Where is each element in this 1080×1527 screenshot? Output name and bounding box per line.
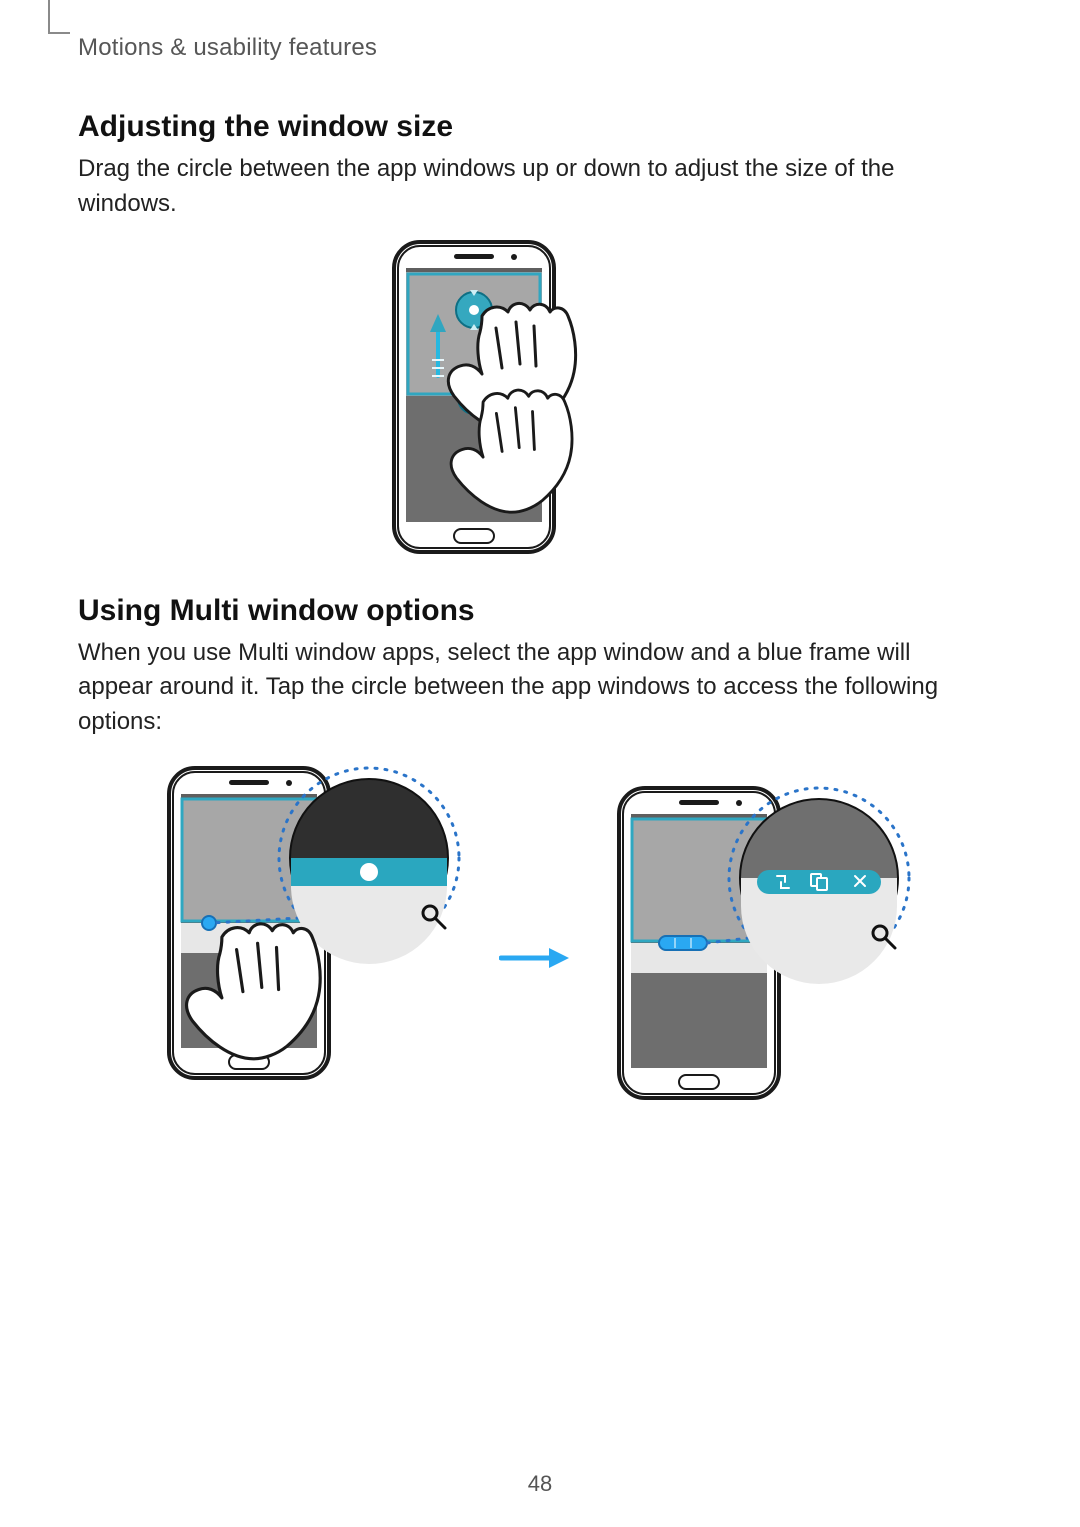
page-content: Adjusting the window size Drag the circl… bbox=[78, 100, 990, 1158]
phone-tap-illustration bbox=[149, 758, 469, 1158]
breadcrumb: Motions & usability features bbox=[78, 34, 377, 62]
magnifier-icon bbox=[741, 800, 897, 984]
arrow-right-icon bbox=[499, 938, 569, 978]
magnifier-icon bbox=[291, 780, 447, 964]
phone-options-illustration bbox=[599, 778, 919, 1138]
figure-adjust-window-size bbox=[78, 236, 990, 566]
header-tab-mark bbox=[48, 0, 70, 34]
page-number: 48 bbox=[0, 1471, 1080, 1497]
section-body-options: When you use Multi window apps, select t… bbox=[78, 636, 990, 740]
section-title-adjust: Adjusting the window size bbox=[78, 110, 990, 144]
phone-drag-illustration bbox=[384, 236, 684, 566]
figure-multi-window-options bbox=[78, 758, 990, 1158]
section-body-adjust: Drag the circle between the app windows … bbox=[78, 152, 990, 222]
section-title-options: Using Multi window options bbox=[78, 594, 990, 628]
